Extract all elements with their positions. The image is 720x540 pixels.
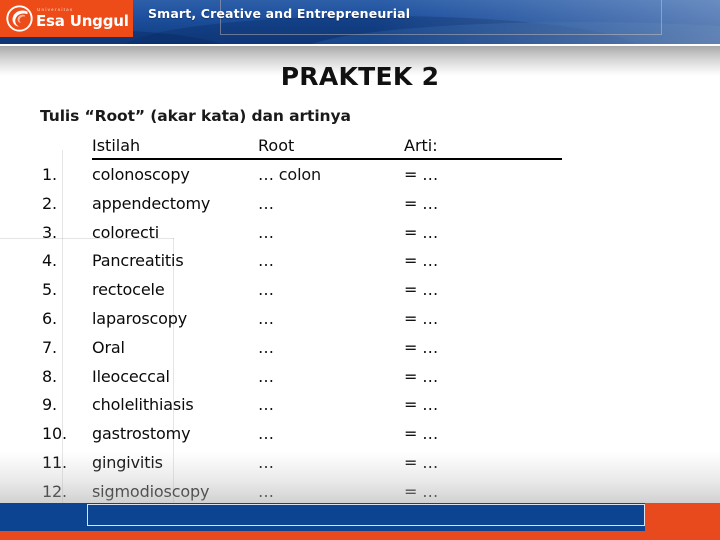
row-term: sigmodioscopy <box>92 481 210 501</box>
table-row: 10. gastrostomy … = … <box>40 424 680 453</box>
row-term: laparoscopy <box>92 308 188 328</box>
table-row: 6. laparoscopy … = … <box>40 309 680 338</box>
row-root: … <box>258 424 274 444</box>
row-number: 2. <box>42 193 57 213</box>
row-number: 4. <box>42 251 57 271</box>
row-number: 3. <box>42 222 57 242</box>
row-arti: = … <box>404 452 439 472</box>
logo-wordmark: Universitas Esa Unggul <box>36 8 129 29</box>
table-row: 8. Ileoceccal … = … <box>40 367 680 396</box>
row-number: 10. <box>42 424 67 444</box>
slide-subtitle: Tulis “Root” (akar kata) dan artinya <box>40 107 351 125</box>
row-number: 12. <box>42 481 67 501</box>
table-header-row: Istilah Root Arti: <box>40 136 680 165</box>
row-number: 8. <box>42 366 57 386</box>
row-arti: = … <box>404 165 439 184</box>
column-header-root: Root <box>258 136 295 155</box>
row-term: colorecti <box>92 222 160 242</box>
row-number: 7. <box>42 337 57 357</box>
table-row: 4. Pancreatitis … = … <box>40 251 680 280</box>
row-root: … <box>258 395 274 415</box>
row-root: … <box>258 280 274 300</box>
logo-name-label: Esa Unggul <box>36 11 129 30</box>
row-arti: = … <box>404 366 439 386</box>
table-row: 5. rectocele … = … <box>40 280 680 309</box>
row-term: Ileoceccal <box>92 366 170 386</box>
table-header-rule <box>92 158 562 160</box>
row-term: rectocele <box>92 280 165 300</box>
row-root: … <box>258 452 274 472</box>
row-term: gingivitis <box>92 452 163 472</box>
row-term: Oral <box>92 337 125 357</box>
row-term: appendectomy <box>92 193 211 213</box>
row-root: … <box>258 337 274 357</box>
row-term: gastrostomy <box>92 424 191 444</box>
footer-inner-outline <box>87 504 645 526</box>
row-root: … <box>258 366 274 386</box>
footer-orange-block <box>645 503 720 533</box>
table-row: 1. colonoscopy … colon = … <box>40 165 680 194</box>
row-number: 9. <box>42 395 57 415</box>
row-number: 1. <box>42 165 57 184</box>
row-arti: = … <box>404 337 439 357</box>
table-row: 2. appendectomy … = … <box>40 194 680 223</box>
header-tagline: Smart, Creative and Entrepreneurial <box>148 6 411 21</box>
row-arti: = … <box>404 395 439 415</box>
page-title: PRAKTEK 2 <box>280 62 440 91</box>
row-root: … colon <box>258 165 321 184</box>
table-row: 11. gingivitis … = … <box>40 453 680 482</box>
column-header-istilah: Istilah <box>92 136 141 155</box>
footer-orange-strip <box>0 531 720 540</box>
row-root: … <box>258 251 274 271</box>
row-arti: = … <box>404 222 439 242</box>
table-row: 9. cholelithiasis … = … <box>40 395 680 424</box>
row-term: Pancreatitis <box>92 251 184 271</box>
row-term: colonoscopy <box>92 165 190 184</box>
row-arti: = … <box>404 424 439 444</box>
row-term: cholelithiasis <box>92 395 194 415</box>
row-arti: = … <box>404 308 439 328</box>
row-arti: = … <box>404 280 439 300</box>
row-number: 11. <box>42 452 67 472</box>
row-root: … <box>258 222 274 242</box>
column-header-arti: Arti: <box>404 136 438 155</box>
row-root: … <box>258 308 274 328</box>
table-row: 3. colorecti … = … <box>40 223 680 252</box>
row-arti: = … <box>404 251 439 271</box>
row-number: 5. <box>42 280 57 300</box>
row-number: 6. <box>42 308 57 328</box>
table-row: 7. Oral … = … <box>40 338 680 367</box>
root-words-table: Istilah Root Arti: 1. colonoscopy … colo… <box>40 136 680 511</box>
row-arti: = … <box>404 193 439 213</box>
row-root: … <box>258 193 274 213</box>
row-arti: = … <box>404 481 439 501</box>
esa-unggul-swirl-icon <box>6 5 33 32</box>
university-logo: Universitas Esa Unggul <box>0 0 133 37</box>
row-root: … <box>258 481 274 501</box>
